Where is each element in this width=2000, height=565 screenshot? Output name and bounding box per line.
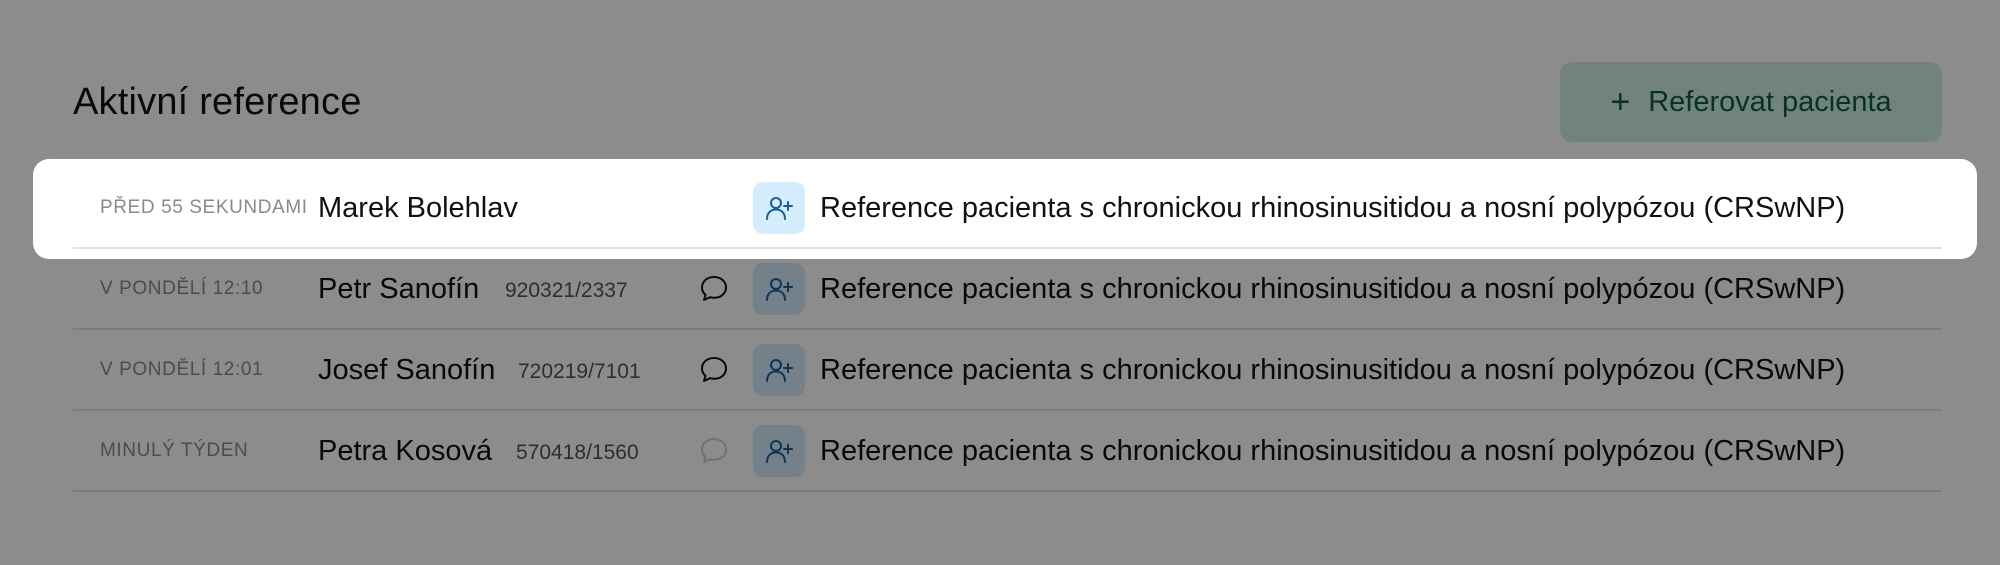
reference-description: Reference pacienta s chronickou rhinosin… — [820, 192, 1846, 224]
row-time: Před 55 sekundami — [100, 197, 308, 218]
user-plus-icon — [753, 182, 805, 234]
highlighted-reference[interactable]: Před 55 sekundami Marek Bolehlav Referen… — [33, 159, 1977, 259]
patient-name: Marek Bolehlav — [318, 192, 518, 224]
dim-overlay — [0, 0, 2000, 565]
table-row-highlighted[interactable]: Před 55 sekundami Marek Bolehlav Referen… — [73, 168, 1942, 249]
